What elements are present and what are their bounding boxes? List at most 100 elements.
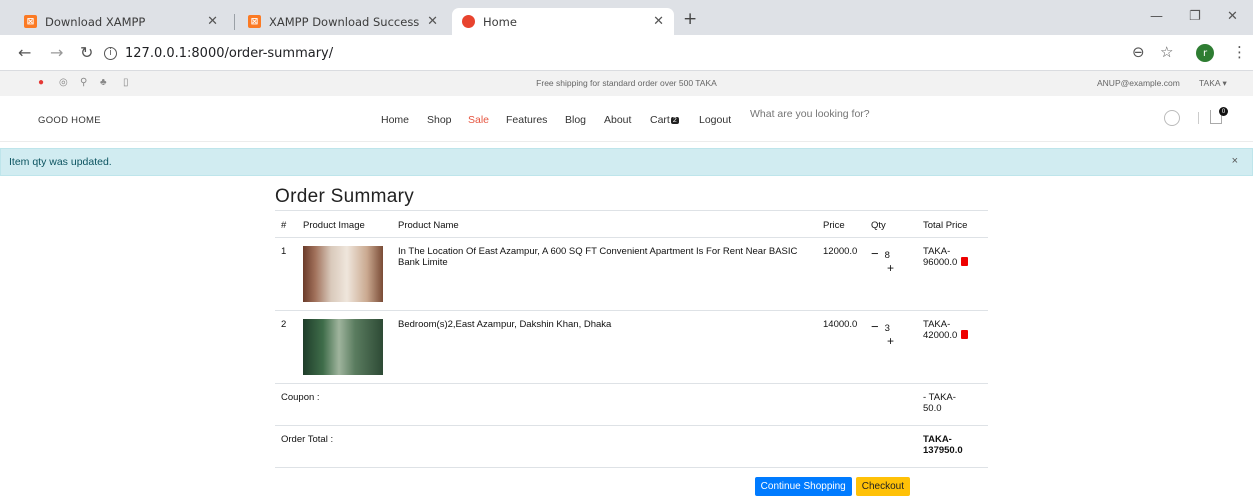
line-total-currency: TAKA- [923,319,951,330]
tab-title: Home [483,14,517,29]
row-index: 1 [275,237,297,311]
xampp-favicon-icon: ⊠ [24,15,37,28]
new-tab-icon[interactable]: + [683,9,697,29]
coupon-value-cell: - TAKA- 50.0 [917,383,988,426]
close-window-icon[interactable]: ✕ [1227,9,1238,24]
order-total-row: Order Total : TAKA- 137950.0 [275,425,988,468]
nav-logout[interactable]: Logout [699,114,731,126]
product-price: 14000.0 [817,310,865,384]
product-name[interactable]: In The Location Of East Azampur, A 600 S… [392,237,817,311]
tab-xampp-download-success[interactable]: ⊠ XAMPP Download Success ✕ [238,8,448,35]
tab-divider [234,14,235,30]
nav-features[interactable]: Features [506,114,547,126]
tab-title: Download XAMPP [45,14,146,29]
line-total-cell: TAKA- 96000.0 [917,237,988,311]
order-total-value: 137950.0 [923,445,963,456]
nav-about[interactable]: About [604,114,631,126]
search-input[interactable] [750,108,950,120]
order-summary: Order Summary # Product Image Product Na… [275,186,988,496]
currency-selector[interactable]: TAKA ▾ [1199,78,1227,89]
qty-increase-button[interactable]: + [887,261,894,275]
col-index: # [275,210,297,238]
qty-cell: −3 + [865,310,917,384]
tab-title: XAMPP Download Success [269,14,420,29]
product-name[interactable]: Bedroom(s)2,East Azampur, Dakshin Khan, … [392,310,817,384]
url-field[interactable]: i 127.0.0.1:8000/order-summary/ [104,41,1104,65]
restore-icon[interactable]: ❐ [1189,9,1201,24]
zoom-icon[interactable]: ⊖ [1132,43,1145,61]
continue-shopping-button[interactable]: Continue Shopping [754,477,852,496]
checkout-button[interactable]: Checkout [855,477,910,496]
site-header: GOOD HOME Home Shop Sale Features Blog A… [0,96,1253,142]
nav-home[interactable]: Home [381,114,409,126]
nav-blog[interactable]: Blog [565,114,586,126]
profile-avatar[interactable]: r [1196,44,1214,62]
tab-home[interactable]: Home ✕ [452,8,674,35]
forward-icon[interactable]: → [50,43,63,62]
browser-tab-bar: ⊠ Download XAMPP ✕ ⊠ XAMPP Download Succ… [0,0,1253,35]
address-bar: ← → ↻ i 127.0.0.1:8000/order-summary/ ⊖ … [0,35,1253,71]
delete-item-icon[interactable] [961,330,969,339]
nav-shop[interactable]: Shop [427,114,452,126]
table-row: 2 Bedroom(s)2,East Azampur, Dakshin Khan… [275,310,988,384]
header-divider [1198,112,1199,124]
qty-decrease-button[interactable]: − [871,319,879,334]
user-account-icon[interactable] [1164,110,1180,126]
close-tab-icon[interactable]: ✕ [427,14,438,29]
minimize-icon[interactable]: — [1150,9,1163,24]
row-image-cell [297,237,392,311]
site-logo[interactable]: GOOD HOME [38,115,101,126]
col-image: Product Image [297,210,392,238]
site-info-icon[interactable]: i [104,46,117,60]
coupon-currency: - TAKA- [923,392,956,403]
coupon-label: Coupon : [275,383,917,426]
currency-label: TAKA [1199,78,1221,88]
col-price: Price [817,210,865,238]
reload-icon[interactable]: ↻ [80,43,93,62]
alert-close-icon[interactable]: × [1232,155,1238,167]
nav-cart[interactable]: Cart 2 [650,114,679,126]
qty-decrease-button[interactable]: − [871,246,879,261]
product-price: 12000.0 [817,237,865,311]
site-favicon-icon [462,15,475,28]
col-total: Total Price [917,210,988,238]
account-email-link[interactable]: ANUP@example.com [1097,78,1180,88]
url-text: 127.0.0.1:8000/order-summary/ [125,45,334,61]
product-image[interactable] [303,246,383,302]
page-title: Order Summary [275,186,415,207]
tab-download-xampp[interactable]: ⊠ Download XAMPP ✕ [14,8,228,35]
qty-cell: −8 + [865,237,917,311]
order-total-cell: TAKA- 137950.0 [917,425,988,468]
shipping-message: Free shipping for standard order over 50… [536,78,717,88]
coupon-row: Coupon : - TAKA- 50.0 [275,383,988,426]
site-top-bar: ● ◎ ⚲ ♣ ▯ Free shipping for standard ord… [0,71,1253,96]
profile-initial: r [1202,47,1208,59]
nav-sale[interactable]: Sale [468,114,489,126]
product-image[interactable] [303,319,383,375]
col-qty: Qty [865,210,917,238]
action-buttons: Continue Shopping Checkout [275,476,988,496]
xampp-favicon-icon: ⊠ [248,15,261,28]
close-tab-icon[interactable]: ✕ [653,14,664,29]
row-image-cell [297,310,392,384]
bookmark-star-icon[interactable]: ☆ [1160,43,1173,61]
order-table: # Product Image Product Name Price Qty T… [275,210,988,468]
browser-menu-icon[interactable]: ⋮ [1232,43,1247,61]
table-header-row: # Product Image Product Name Price Qty T… [275,210,988,238]
coupon-value: 50.0 [923,403,942,414]
line-total-currency: TAKA- [923,246,951,257]
alert-info: Item qty was updated. × [0,148,1253,176]
qty-increase-button[interactable]: + [887,334,894,348]
qty-value: 8 [884,250,890,261]
close-tab-icon[interactable]: ✕ [207,14,218,29]
order-total-label: Order Total : [275,425,917,468]
back-icon[interactable]: ← [18,43,31,62]
row-index: 2 [275,310,297,384]
order-total-currency: TAKA- [923,434,952,445]
delete-item-icon[interactable] [961,257,969,266]
cart-count-badge: 2 [670,116,679,124]
qty-value: 3 [884,323,890,334]
alert-message: Item qty was updated. [9,156,112,168]
line-total-value: 96000.0 [923,257,958,268]
line-total-cell: TAKA- 42000.0 [917,310,988,384]
